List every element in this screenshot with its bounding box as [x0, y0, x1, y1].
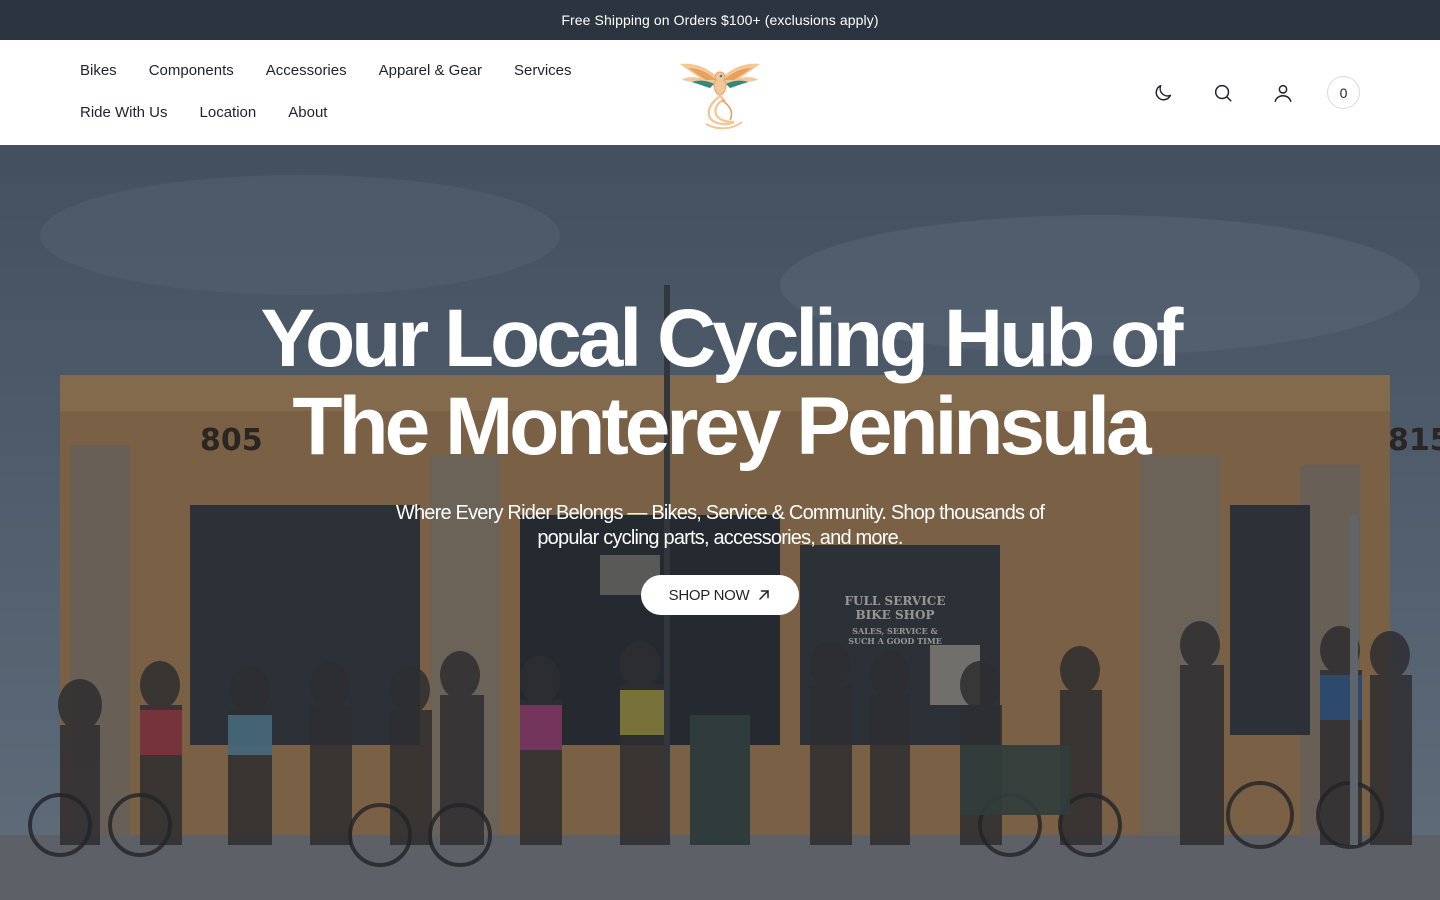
shop-now-label: SHOP NOW — [668, 586, 750, 604]
nav-ride-with-us[interactable]: Ride With Us — [80, 103, 168, 123]
arrow-up-right-icon — [759, 590, 770, 600]
hero-title-line-1: Your Local Cycling Hub of — [260, 293, 1184, 384]
cart-button[interactable]: 0 — [1327, 76, 1360, 109]
announcement-text: Free Shipping on Orders $100+ (exclusion… — [561, 12, 879, 28]
hero-subtitle: Where Every Rider Belongs — Bikes, Servi… — [370, 501, 1070, 551]
hero-subtitle-line-2: popular cycling parts, accessories, and … — [537, 527, 903, 549]
site-header: Bikes Components Accessories Apparel & G… — [0, 40, 1440, 145]
phoenix-logo-icon — [680, 63, 760, 130]
hero-title: Your Local Cycling Hub of The Monterey P… — [0, 295, 1440, 471]
main-nav-row-2: Ride With Us Location About — [80, 103, 359, 123]
search-icon — [1214, 84, 1232, 102]
moon-icon — [1155, 84, 1172, 100]
site-logo[interactable] — [676, 50, 764, 134]
nav-accessories[interactable]: Accessories — [266, 61, 347, 81]
nav-location[interactable]: Location — [200, 103, 257, 123]
hero-title-line-2: The Monterey Peninsula — [292, 381, 1151, 472]
nav-services[interactable]: Services — [514, 61, 572, 81]
nav-bikes[interactable]: Bikes — [80, 61, 117, 81]
nav-apparel-gear[interactable]: Apparel & Gear — [379, 61, 482, 81]
hero-subtitle-line-1: Where Every Rider Belongs — Bikes, Servi… — [395, 502, 1045, 524]
theme-toggle-button[interactable] — [1147, 77, 1179, 109]
search-button[interactable] — [1207, 77, 1239, 109]
hero-banner: 805 815 FULL SERVICE BIKE SHOP SALES, SE… — [0, 145, 1440, 900]
main-nav-row-1: Bikes Components Accessories Apparel & G… — [80, 61, 604, 81]
cart-count: 0 — [1339, 84, 1348, 101]
announcement-bar: Free Shipping on Orders $100+ (exclusion… — [0, 0, 1440, 40]
shop-now-button[interactable]: SHOP NOW — [641, 575, 799, 615]
nav-components[interactable]: Components — [149, 61, 234, 81]
header-icon-group: 0 — [1119, 76, 1360, 109]
user-icon — [1274, 84, 1292, 102]
nav-about[interactable]: About — [288, 103, 327, 123]
account-button[interactable] — [1267, 77, 1299, 109]
